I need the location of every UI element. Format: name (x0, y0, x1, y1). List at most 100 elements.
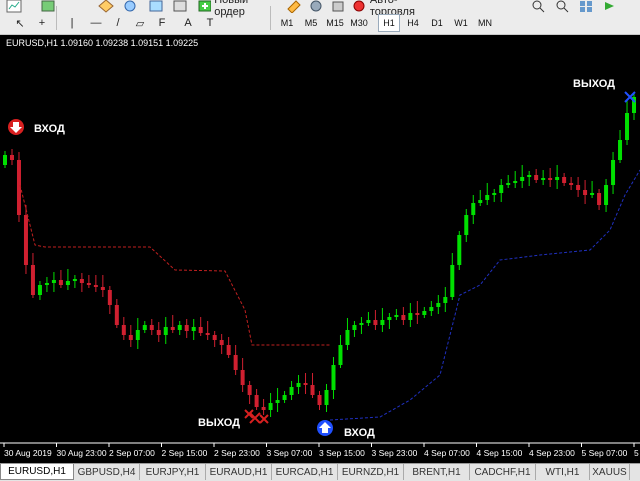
candle-body (576, 185, 581, 190)
candle-body (331, 365, 336, 390)
candle-body (429, 307, 434, 311)
candle-body (527, 175, 532, 177)
chart-tab[interactable]: GBPUSD,H4 (74, 464, 140, 480)
candle-body (23, 215, 28, 265)
candle-body (625, 113, 630, 140)
candle-body (506, 183, 511, 185)
toolbar-separator (270, 6, 271, 30)
tile-windows-icon[interactable] (576, 0, 596, 16)
candle-body (548, 178, 553, 180)
candle-body (317, 395, 322, 405)
candle-body (121, 325, 126, 335)
candle-body (387, 317, 392, 320)
channel-icon[interactable]: ▱ (130, 14, 150, 32)
candle-body (513, 181, 518, 183)
candle-body (471, 203, 476, 215)
candle-body (373, 320, 378, 325)
candle-body (37, 285, 42, 295)
chart-tab[interactable]: EURAUD,H1 (206, 464, 272, 480)
timeframe-d1[interactable]: D1 (426, 14, 448, 32)
label-icon[interactable]: T (200, 14, 220, 32)
chart-shift-icon[interactable] (600, 0, 620, 16)
timeframe-m1[interactable]: M1 (276, 14, 298, 32)
candle-body (30, 265, 35, 295)
candle-body (401, 315, 406, 320)
cursor-icon[interactable]: ↖ (10, 14, 30, 32)
buy-trailing-stop-line (329, 169, 640, 421)
timeframe-m30[interactable]: M30 (348, 14, 370, 32)
toolbar: Новый ордер Авто-торговля ↖ + | — / ▱ F A T M1 M5 M… (0, 0, 640, 35)
zoom-in-icon[interactable] (528, 0, 548, 16)
signal-label: ВХОД (34, 123, 65, 135)
x-axis-label: 2 Sep 15:00 (162, 448, 208, 458)
candle-body (338, 345, 343, 365)
candle-body (219, 340, 224, 345)
candle-body (107, 290, 112, 305)
chart-tab[interactable]: EURNZD,H1 (338, 464, 404, 480)
candle-body (254, 395, 259, 407)
candle-body (555, 177, 560, 180)
candle-body (191, 327, 196, 331)
chart-tab[interactable]: BRENT,H1 (404, 464, 470, 480)
price-chart[interactable]: EURUSD,H1 1.09160 1.09238 1.09151 1.0922… (0, 35, 640, 463)
candle-body (443, 297, 448, 303)
chart-tab[interactable]: WTI,H1 (536, 464, 590, 480)
x-axis-label: 30 Aug 2019 (4, 448, 52, 458)
crosshair-icon[interactable]: + (32, 14, 52, 32)
timeframe-h1[interactable]: H1 (378, 14, 400, 32)
candle-body (604, 185, 609, 205)
candle-body (247, 385, 252, 395)
candle-body (597, 193, 602, 205)
candle-body (233, 355, 238, 370)
timeframe-m5[interactable]: M5 (300, 14, 322, 32)
candle-body (184, 325, 189, 331)
trendline-icon[interactable]: / (108, 14, 128, 32)
candle-body (359, 323, 364, 325)
candle-body (268, 403, 273, 410)
candle-body (394, 315, 399, 317)
candle-body (478, 200, 483, 203)
new-order-label: Новый ордер (214, 0, 249, 18)
timeframe-h4[interactable]: H4 (402, 14, 424, 32)
horizontal-line-icon[interactable]: — (86, 14, 106, 32)
candle-body (436, 303, 441, 307)
candle-body (149, 325, 154, 330)
signal-label: ВЫХОД (198, 417, 240, 429)
toolbar-separator (56, 6, 57, 30)
x-axis-label: 3 Sep 23:00 (372, 448, 418, 458)
chart-tab[interactable]: CADCHF,H1 (470, 464, 536, 480)
timeframe-m15[interactable]: M15 (324, 14, 346, 32)
chart-tab[interactable]: EURJPY,H1 (140, 464, 206, 480)
candle-body (114, 305, 119, 325)
candle-body (51, 280, 56, 283)
x-axis-label: 4 Sep 15:00 (477, 448, 523, 458)
fibonacci-icon[interactable]: F (152, 14, 172, 32)
x-axis-label: 4 Sep 07:00 (424, 448, 470, 458)
vertical-line-icon[interactable]: | (62, 14, 82, 32)
candle-body (65, 281, 70, 285)
candle-body (282, 395, 287, 400)
sell-trailing-stop-line (19, 184, 330, 346)
chart-tab[interactable]: XAUUS (590, 464, 630, 480)
candle-body (583, 190, 588, 195)
x-axis-label: 5 Sep 07:00 (582, 448, 628, 458)
candle-body (352, 325, 357, 330)
timeframe-mn[interactable]: MN (474, 14, 496, 32)
text-icon[interactable]: A (178, 14, 198, 32)
candle-body (408, 313, 413, 320)
candle-body (205, 333, 210, 335)
zoom-out-icon[interactable] (552, 0, 572, 16)
candle-body (380, 320, 385, 325)
chart-tab[interactable]: EURCAD,H1 (272, 464, 338, 480)
chart-tab[interactable]: EURUSD,H1 (0, 464, 74, 480)
candle-body (499, 185, 504, 193)
candle-body (212, 335, 217, 340)
signal-label: ВХОД (344, 427, 375, 439)
candle-body (128, 335, 133, 340)
candle-body (100, 287, 105, 290)
timeframe-w1[interactable]: W1 (450, 14, 472, 32)
x-axis-label: 3 Sep 07:00 (267, 448, 313, 458)
x-axis-label: 2 Sep 23:00 (214, 448, 260, 458)
candle-body (590, 193, 595, 195)
candle-body (569, 183, 574, 185)
